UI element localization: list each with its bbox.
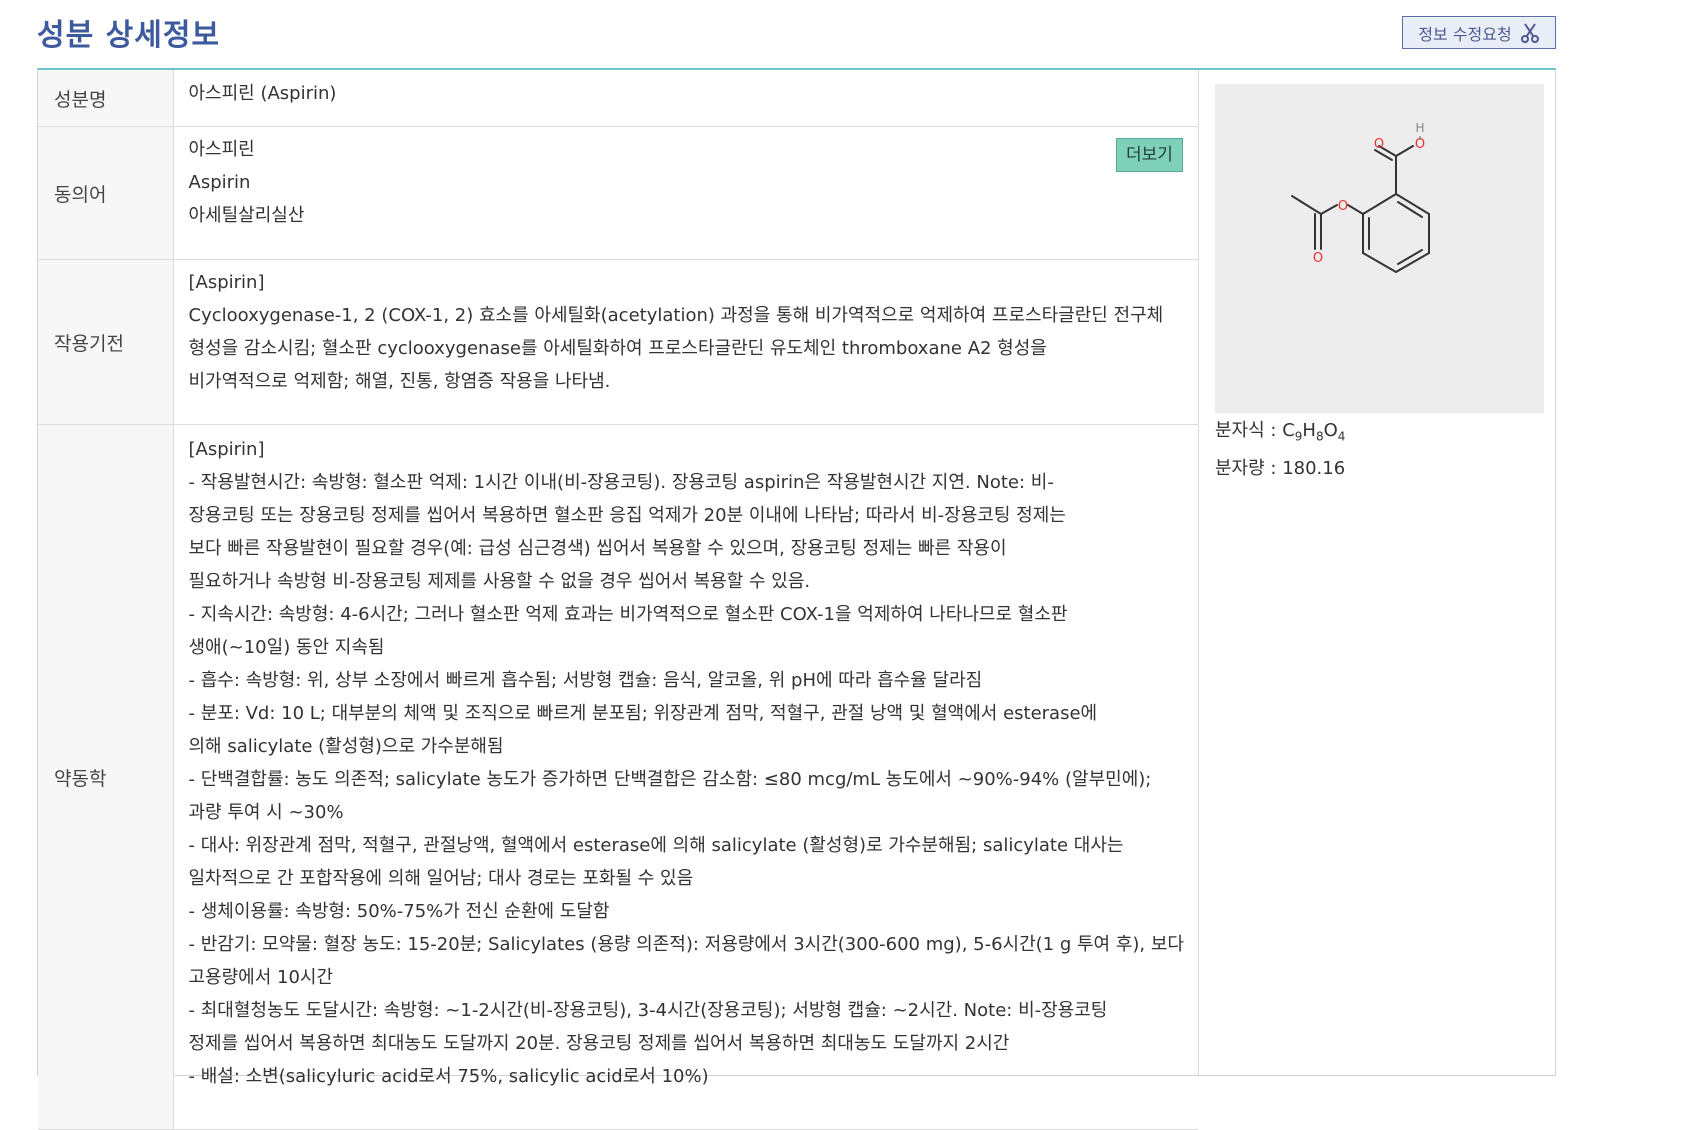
pk-line: - 반감기: 모약물: 혈장 농도: 15-20분; Salicylates (…: [188, 934, 1185, 955]
formula-subscript: 4: [1337, 429, 1346, 444]
edit-request-label: 정보 수정요청: [1418, 24, 1512, 44]
pk-line: 보다 빠른 작용발현이 필요할 경우(예: 급성 심근경색) 씹어서 복용할 수…: [188, 538, 1007, 559]
pk-line: - 작용발현시간: 속방형: 혈소판 억제: 1시간 이내(비-장용코팅). 장…: [188, 472, 1054, 493]
detail-table: 성분명 아스피린 (Aspirin) 동의어 아스피린 Aspirin 아세틸살…: [38, 70, 1198, 1130]
mechanism-label: 작용기전: [38, 259, 174, 425]
molecular-formula: 분자식 : C9H8O4: [1215, 415, 1345, 453]
scissors-icon: [1520, 22, 1539, 43]
pk-line: - 분포: Vd: 10 L; 대부분의 체액 및 조직으로 빠르게 분포됨; …: [188, 703, 1098, 724]
pk-line: - 흡수: 속방형: 위, 상부 소장에서 빠르게 흡수됨; 서방형 캡슐: 음…: [188, 670, 983, 691]
mechanism-line: 형성을 감소시킴; 혈소판 cyclooxygenase를 아세틸화하여 프로스…: [188, 338, 1047, 359]
formula-element: H: [1302, 420, 1316, 441]
detail-panel: 성분명 아스피린 (Aspirin) 동의어 아스피린 Aspirin 아세틸살…: [37, 68, 1556, 1130]
side-divider: [1198, 70, 1199, 1075]
mechanism-line: [Aspirin]: [188, 272, 265, 293]
mechanism-line: 비가역적으로 억제함; 해열, 진통, 항염증 작용을 나타냄.: [188, 371, 611, 392]
pharmacokinetics-label: 약동학: [38, 424, 174, 1130]
pk-line: - 대사: 위장관계 점막, 적혈구, 관절낭액, 혈액에서 esterase에…: [188, 835, 1124, 856]
synonym-item: 아세틸살리실산: [188, 205, 305, 226]
more-synonyms-button[interactable]: 더보기: [1116, 138, 1183, 172]
formula-element: O: [1323, 420, 1338, 441]
mechanism-text: [Aspirin] Cyclooxygenase-1, 2 (COX-1, 2)…: [173, 260, 1198, 425]
pk-line: - 최대혈청농도 도달시간: 속방형: ~1-2시간(비-장용코팅), 3-4시…: [188, 1000, 1108, 1021]
pk-line: 고용량에서 10시간: [188, 967, 334, 988]
molecular-formula-label: 분자식 :: [1215, 420, 1283, 441]
pk-line: 의해 salicylate (활성형)으로 가수분해됨: [188, 736, 504, 757]
row-ingredient-name: 성분명 아스피린 (Aspirin): [38, 70, 1198, 127]
molecular-weight-value: 180.16: [1282, 457, 1346, 479]
pharmacokinetics-text: [Aspirin] - 작용발현시간: 속방형: 혈소판 억제: 1시간 이내(…: [173, 425, 1198, 1130]
synonyms-cell: 아스피린 Aspirin 아세틸살리실산 더보기: [173, 127, 1198, 260]
pk-line: 일차적으로 간 포합작용에 의해 일어남; 대사 경로는 포화될 수 있음: [188, 868, 694, 889]
synonyms-label: 동의어: [38, 126, 174, 260]
molecule-info: 분자식 : C9H8O4 분자량 : 180.16: [1215, 415, 1345, 484]
aspirin-structure-diagram: O O H O O: [1291, 121, 1430, 273]
atom-label-oxygen: O: [1338, 199, 1348, 214]
pk-line: - 지속시간: 속방형: 4-6시간; 그러나 혈소판 억제 효과는 비가역적으…: [188, 604, 1068, 625]
pk-line: - 단백결합률: 농도 의존적; salicylate 농도가 증가하면 단백결…: [188, 769, 1152, 790]
molecule-structure-image: O O H O O: [1215, 84, 1544, 413]
pk-line: 필요하거나 속방형 비-장용코팅 제제를 사용할 수 없을 경우 씹어서 복용할…: [188, 571, 811, 592]
formula-subscript: 8: [1315, 429, 1324, 444]
pk-line: 정제를 씹어서 복용하면 최대농도 도달까지 20분. 장용코팅 정제를 씹어서…: [188, 1033, 1010, 1054]
ingredient-name-label: 성분명: [38, 70, 174, 127]
row-synonyms: 동의어 아스피린 Aspirin 아세틸살리실산 더보기: [38, 126, 1198, 260]
molecular-weight-label: 분자량 :: [1215, 457, 1283, 479]
row-pharmacokinetics: 약동학 [Aspirin] - 작용발현시간: 속방형: 혈소판 억제: 1시간…: [38, 424, 1198, 1130]
pk-line: 생애(~10일) 동안 지속됨: [188, 637, 385, 658]
atom-label-oxygen: O: [1374, 137, 1384, 152]
atom-label-oxygen: O: [1313, 251, 1323, 266]
pk-line: - 생체이용률: 속방형: 50%-75%가 전신 순환에 도달함: [188, 901, 610, 922]
molecular-formula-value: C9H8O4: [1282, 420, 1346, 444]
row-mechanism: 작용기전 [Aspirin] Cyclooxygenase-1, 2 (COX-…: [38, 259, 1198, 425]
pk-line: 장용코팅 또는 장용코팅 정제를 씹어서 복용하면 혈소판 응집 억제가 20분…: [188, 505, 1066, 526]
synonym-item: Aspirin: [188, 172, 251, 193]
atom-label-hydrogen: H: [1415, 121, 1424, 135]
page-title: 성분 상세정보: [37, 18, 221, 53]
pk-line: 과량 투여 시 ~30%: [188, 802, 344, 823]
mechanism-line: Cyclooxygenase-1, 2 (COX-1, 2) 효소를 아세틸화(…: [188, 305, 1164, 326]
pk-line: - 배설: 소변(salicyluric acid로서 75%, salicyl…: [188, 1066, 709, 1087]
ingredient-name-value: 아스피린 (Aspirin): [188, 83, 337, 104]
molecular-weight: 분자량 : 180.16: [1215, 453, 1345, 484]
synonym-item: 아스피린: [188, 139, 255, 160]
edit-request-button[interactable]: 정보 수정요청: [1402, 16, 1556, 49]
formula-element: C: [1282, 420, 1295, 441]
pk-line: [Aspirin]: [188, 439, 265, 460]
